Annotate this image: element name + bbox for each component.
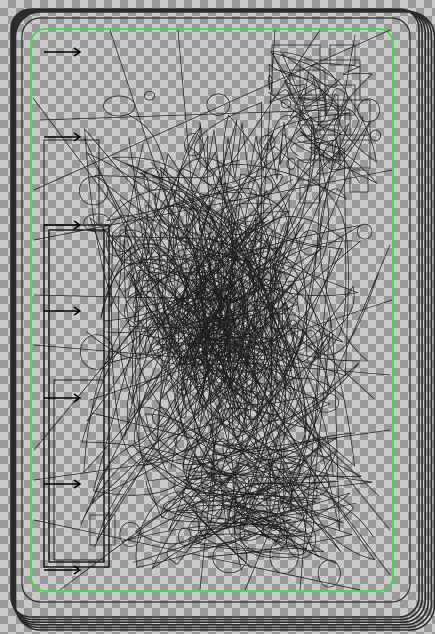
sketch-loop xyxy=(144,90,155,101)
sketch-loop xyxy=(103,95,136,117)
sketch-loop xyxy=(357,223,373,240)
arrow-marker xyxy=(44,220,82,230)
sketch-loop xyxy=(83,213,112,233)
left-panel-box-upper xyxy=(43,139,100,226)
sketch-loop xyxy=(178,527,192,546)
arrow-marker xyxy=(44,47,82,57)
sketch-loop xyxy=(78,176,109,206)
left-panel-box-lower xyxy=(53,379,105,561)
sketch-loop xyxy=(119,521,142,547)
construction-line xyxy=(179,29,321,241)
card-sketch xyxy=(10,8,435,631)
sketch-loop xyxy=(357,98,381,123)
drawing-canvas[interactable] xyxy=(0,0,435,634)
sketch-box xyxy=(89,514,116,546)
sketch-loop xyxy=(370,129,381,142)
sketch-loop xyxy=(206,93,231,116)
sketch-loop xyxy=(280,98,292,109)
sketch-loop xyxy=(317,559,341,588)
